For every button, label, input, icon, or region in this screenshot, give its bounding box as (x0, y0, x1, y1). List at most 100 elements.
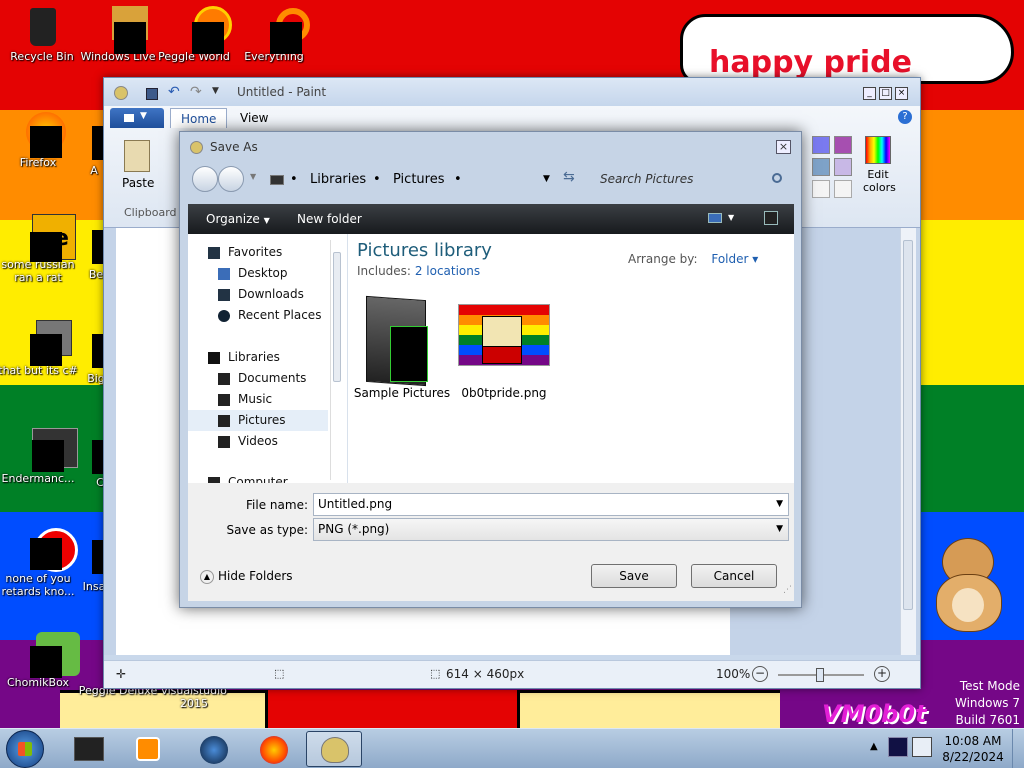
savetype-dropdown-icon[interactable]: ▼ (776, 519, 783, 540)
redo-icon[interactable]: ↷ (190, 84, 202, 100)
swatch[interactable] (812, 136, 830, 154)
tray-app-icon-2[interactable] (912, 737, 932, 757)
desktop-icon-peggle-world[interactable]: Peggle World (152, 6, 236, 63)
tab-view[interactable]: View (230, 108, 278, 128)
zoom-out-button[interactable]: − (752, 666, 768, 682)
back-button[interactable] (192, 166, 218, 192)
clock-date: 8/22/2024 (942, 750, 1004, 764)
savetype-label: Save as type: (226, 523, 308, 537)
firefox-icon (18, 112, 66, 158)
file-item-0b0tpride[interactable]: 0b0tpride.png (452, 296, 556, 406)
zoom-in-button[interactable]: + (874, 666, 890, 682)
nav-desktop[interactable]: Desktop (188, 263, 328, 284)
savetype-select[interactable]: PNG (*.png) ▼ (313, 518, 789, 541)
nav-favorites[interactable]: Favorites (188, 242, 328, 263)
locations-link[interactable]: 2 locations (415, 264, 480, 278)
computer-icon (270, 175, 284, 185)
refresh-icon[interactable]: ⇆ (563, 169, 575, 185)
canvas-size-icon: ⬚ (430, 667, 441, 680)
resize-grip-icon[interactable]: ⋰ (783, 585, 792, 595)
show-desktop-button[interactable] (1012, 729, 1024, 768)
paste-button[interactable]: Paste (114, 136, 160, 208)
desktop-icon-csharp[interactable]: that but its c# (0, 320, 80, 377)
nav-music[interactable]: Music (188, 389, 328, 410)
filename-input[interactable]: Untitled.png ▼ (313, 493, 789, 516)
nav-downloads[interactable]: Downloads (188, 284, 328, 305)
search-box[interactable]: Search Pictures (592, 167, 790, 193)
tab-home[interactable]: Home (170, 108, 228, 128)
chevron-up-icon: ▲ (200, 569, 214, 584)
swatch[interactable] (834, 136, 852, 154)
taskbar-app[interactable] (186, 731, 242, 767)
peggle-world-icon (174, 6, 232, 54)
vertical-scrollbar[interactable] (900, 228, 916, 655)
new-folder-button[interactable]: New folder (297, 212, 362, 226)
vm0b0t-graffiti: VM0b0t (822, 700, 927, 728)
maximize-button[interactable]: □ (879, 87, 892, 100)
windows-live-icon (98, 6, 148, 54)
russian-rat-icon: e (18, 214, 76, 262)
nav-scrollbar[interactable] (330, 240, 342, 480)
arrange-dropdown[interactable]: Folder ▾ (711, 252, 758, 266)
desktop-icon-chomikbox[interactable]: ChomikBox (0, 632, 80, 689)
start-button[interactable] (6, 730, 44, 768)
view-options-button[interactable] (708, 213, 722, 223)
paint-app-icon[interactable] (114, 86, 128, 100)
save-as-dialog: Save As × ▼ • Libraries • Pictures • ▼ ⇆… (179, 131, 802, 608)
address-dropdown-icon[interactable]: ▼ (543, 174, 550, 184)
desktop-icon-firefox[interactable]: Firefox (0, 112, 80, 169)
zoom-level: 100% (716, 667, 751, 681)
swatch[interactable] (812, 158, 830, 176)
dialog-titlebar: Save As × (180, 132, 801, 162)
nav-computer[interactable]: Computer (188, 472, 328, 483)
swatch[interactable] (834, 180, 852, 198)
endermanch-icon (18, 428, 78, 472)
tray-app-icon[interactable] (888, 737, 908, 757)
close-button[interactable]: × (895, 87, 908, 100)
breadcrumb-libraries[interactable]: Libraries (310, 167, 366, 193)
menu-icon (124, 114, 134, 122)
taskbar-firefox[interactable] (246, 731, 302, 767)
help-icon[interactable]: ? (898, 110, 912, 124)
swatch[interactable] (812, 180, 830, 198)
taskbar-paint[interactable] (306, 731, 362, 767)
tray-expand-icon[interactable]: ▲ (870, 741, 878, 752)
taskbar-media-player[interactable] (120, 731, 176, 767)
undo-icon[interactable]: ↶ (168, 84, 180, 100)
edit-colors-button[interactable]: Edit colors (856, 136, 900, 202)
save-options-panel: File name: Untitled.png ▼ Save as type: P… (188, 483, 794, 601)
nav-documents[interactable]: Documents (188, 368, 328, 389)
hide-folders-button[interactable]: ▲ Hide Folders (200, 569, 293, 584)
canvas-dimensions: 614 × 460px (446, 667, 525, 681)
save-icon[interactable] (146, 88, 158, 100)
preview-pane-icon[interactable] (764, 211, 778, 225)
desktop-icon-windows-live[interactable]: Windows Live (76, 6, 160, 63)
view-dropdown-icon[interactable]: ▼ (728, 213, 734, 222)
cancel-button[interactable]: Cancel (691, 564, 777, 588)
nav-videos[interactable]: Videos (188, 431, 328, 452)
csharp-icon (18, 320, 72, 366)
qat-dropdown-icon[interactable]: ▼ (212, 86, 219, 96)
desktop-icon-everything[interactable]: Everything (232, 6, 316, 63)
clock[interactable]: 10:08 AM 8/22/2024 (940, 733, 1006, 765)
minimize-button[interactable]: _ (863, 87, 876, 100)
taskbar-explorer[interactable] (62, 731, 118, 767)
save-button[interactable]: Save (591, 564, 677, 588)
paint-menu-button[interactable]: ▼ (110, 108, 164, 128)
breadcrumb-pictures[interactable]: Pictures (393, 167, 444, 193)
nav-recent-places[interactable]: Recent Places (188, 305, 328, 326)
everything-icon (254, 6, 310, 54)
file-item-sample-pictures[interactable]: Sample Pictures (352, 295, 452, 406)
organize-button[interactable]: Organize ▼ (206, 212, 270, 226)
nav-libraries[interactable]: Libraries (188, 347, 328, 368)
desktop-icon-recycle-bin[interactable]: Recycle Bin (0, 6, 84, 63)
swatch[interactable] (834, 158, 852, 176)
search-input[interactable]: Search Pictures (600, 172, 693, 186)
filename-dropdown-icon[interactable]: ▼ (776, 494, 783, 515)
breadcrumb[interactable]: • Libraries • Pictures • (266, 167, 536, 193)
zoom-slider[interactable] (778, 668, 864, 682)
dialog-close-button[interactable]: × (776, 140, 791, 154)
history-dropdown-icon[interactable]: ▼ (250, 172, 256, 181)
nav-pictures[interactable]: Pictures (188, 410, 328, 431)
forward-button[interactable] (218, 166, 244, 192)
